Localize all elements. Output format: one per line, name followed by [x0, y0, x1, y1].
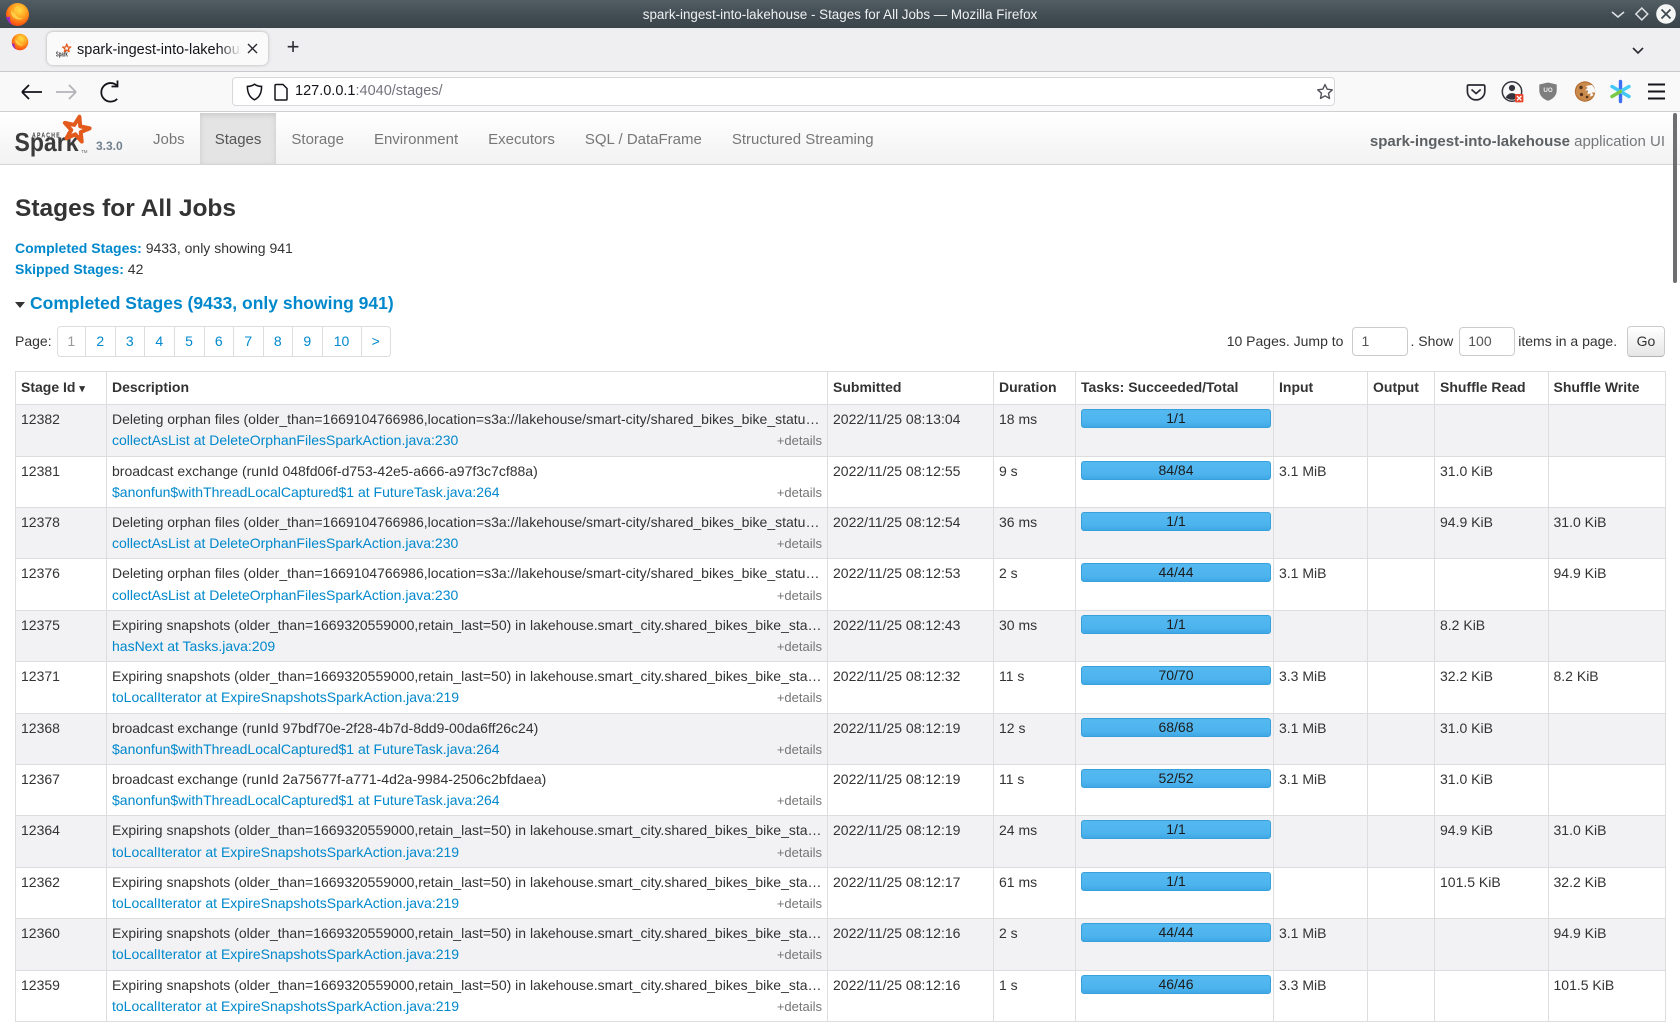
svg-text:UO: UO: [1543, 87, 1552, 94]
svg-text:TM: TM: [81, 149, 88, 154]
svg-text:Spark: Spark: [56, 50, 68, 59]
